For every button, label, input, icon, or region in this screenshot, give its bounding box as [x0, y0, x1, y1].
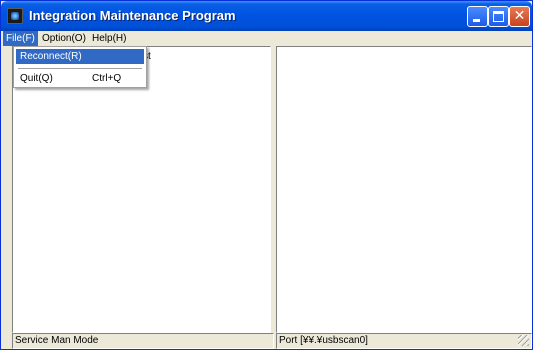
app-window: Integration Maintenance Program ✕ File(F…: [0, 0, 533, 350]
status-right: Port [¥¥.¥usbscan0]: [276, 333, 532, 349]
left-pane[interactable]: st: [12, 46, 271, 333]
menu-item-reconnect-label: Reconnect(R): [20, 51, 82, 62]
maximize-icon: [493, 11, 504, 22]
maximize-button[interactable]: [488, 6, 509, 27]
title-bar[interactable]: Integration Maintenance Program ✕: [1, 1, 532, 31]
menu-help[interactable]: Help(H): [89, 31, 129, 46]
menu-separator: [18, 68, 142, 69]
right-pane[interactable]: [276, 46, 532, 333]
menu-item-reconnect[interactable]: Reconnect(R): [16, 49, 144, 64]
menu-file[interactable]: File(F): [3, 31, 38, 46]
app-icon[interactable]: [7, 8, 23, 24]
minimize-button[interactable]: [467, 6, 488, 27]
menu-item-quit[interactable]: Quit(Q) Ctrl+Q: [16, 71, 144, 86]
menu-bar: File(F) Option(O) Help(H): [1, 31, 532, 46]
window-title: Integration Maintenance Program: [29, 8, 236, 23]
status-right-text: Port [¥¥.¥usbscan0]: [279, 335, 368, 346]
menu-item-quit-shortcut: Ctrl+Q: [92, 73, 122, 84]
file-menu-dropdown: Reconnect(R) Quit(Q) Ctrl+Q: [13, 46, 147, 88]
close-button[interactable]: ✕: [509, 6, 530, 27]
close-icon: ✕: [513, 8, 526, 24]
menu-item-quit-label: Quit(Q): [20, 73, 53, 84]
status-left: Service Man Mode: [12, 333, 274, 349]
menu-option[interactable]: Option(O): [39, 31, 89, 46]
resize-grip-icon[interactable]: [518, 335, 529, 346]
minimize-icon: [473, 19, 480, 22]
